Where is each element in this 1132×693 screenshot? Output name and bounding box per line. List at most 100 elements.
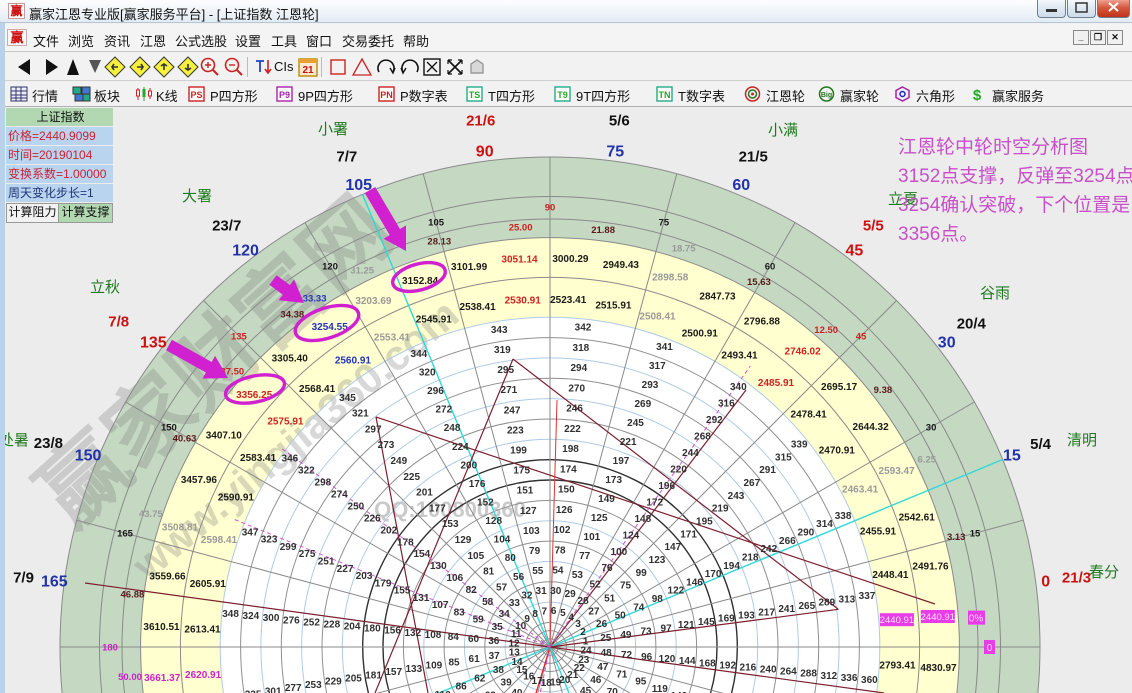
svg-text:2613.41: 2613.41: [184, 624, 221, 635]
svg-text:79: 79: [529, 546, 541, 557]
svg-text:$: $: [973, 87, 982, 102]
svg-text:2575.91: 2575.91: [267, 417, 304, 428]
svg-text:178: 178: [397, 537, 414, 548]
svg-text:241: 241: [778, 604, 795, 615]
svg-text:6.25: 6.25: [918, 455, 937, 466]
svg-text:51: 51: [604, 594, 616, 605]
svg-text:249: 249: [390, 456, 407, 467]
svg-text:7/7: 7/7: [336, 148, 357, 165]
svg-text:0%: 0%: [969, 614, 984, 625]
svg-text:31.25: 31.25: [350, 266, 374, 277]
svg-text:99: 99: [636, 568, 648, 579]
svg-text:325: 325: [245, 690, 262, 693]
svg-text:75: 75: [620, 581, 632, 592]
svg-text:3407.10: 3407.10: [206, 431, 243, 442]
svg-text:57: 57: [496, 582, 508, 593]
svg-text:104: 104: [494, 535, 511, 546]
svg-text:288: 288: [800, 669, 817, 680]
svg-text:296: 296: [427, 386, 444, 397]
svg-text:28.13: 28.13: [427, 236, 451, 247]
svg-text:78: 78: [554, 545, 566, 556]
svg-text:246: 246: [566, 404, 583, 415]
svg-text:120: 120: [232, 242, 259, 259]
svg-text:90: 90: [476, 143, 494, 160]
svg-text:23/7: 23/7: [212, 218, 241, 235]
svg-text:60: 60: [765, 261, 776, 272]
svg-text:43.75: 43.75: [139, 509, 163, 520]
svg-text:219: 219: [712, 504, 729, 515]
svg-text:40.63: 40.63: [173, 434, 197, 445]
svg-text:294: 294: [570, 363, 587, 374]
svg-text:152: 152: [477, 498, 494, 509]
svg-text:105: 105: [428, 218, 445, 229]
svg-text:229: 229: [325, 677, 342, 688]
svg-text:108: 108: [425, 630, 442, 641]
svg-text:2590.91: 2590.91: [218, 493, 255, 504]
svg-text:谷雨: 谷雨: [980, 285, 1010, 302]
svg-text:2949.43: 2949.43: [603, 260, 640, 271]
svg-text:2796.88: 2796.88: [744, 316, 781, 327]
svg-text:289: 289: [818, 598, 835, 609]
svg-text:344: 344: [411, 349, 428, 360]
svg-text:73: 73: [640, 627, 652, 638]
svg-text:132: 132: [404, 628, 421, 639]
svg-text:25.00: 25.00: [509, 223, 533, 234]
svg-text:273: 273: [378, 440, 395, 451]
svg-text:2598.41: 2598.41: [201, 535, 238, 546]
svg-text:83: 83: [454, 607, 466, 618]
svg-text:71: 71: [616, 669, 628, 680]
svg-text:319: 319: [494, 345, 511, 356]
svg-text:31: 31: [536, 586, 548, 597]
svg-text:245: 245: [627, 418, 644, 429]
svg-text:267: 267: [743, 478, 760, 489]
svg-text:3559.66: 3559.66: [149, 572, 186, 583]
svg-text:151: 151: [517, 486, 534, 497]
svg-text:276: 276: [283, 615, 300, 626]
svg-text:3508.81: 3508.81: [162, 522, 199, 533]
svg-text:2538.41: 2538.41: [460, 302, 497, 313]
svg-text:150: 150: [75, 448, 102, 465]
svg-text:120: 120: [659, 654, 676, 665]
svg-text:62: 62: [474, 673, 486, 684]
svg-text:2542.61: 2542.61: [899, 513, 936, 524]
svg-text:21: 21: [302, 65, 314, 76]
svg-text:227: 227: [337, 564, 354, 575]
svg-text:128: 128: [485, 516, 502, 527]
svg-text:3000.29: 3000.29: [552, 254, 589, 265]
svg-text:130: 130: [430, 561, 447, 572]
svg-text:157: 157: [385, 667, 402, 678]
svg-text:82: 82: [466, 585, 478, 596]
svg-text:2470.91: 2470.91: [819, 445, 856, 456]
svg-text:小满: 小满: [768, 122, 798, 139]
svg-text:2545.91: 2545.91: [416, 315, 453, 326]
svg-text:264: 264: [780, 667, 797, 678]
svg-text:清明: 清明: [1067, 432, 1097, 449]
svg-text:247: 247: [504, 405, 521, 416]
svg-text:121: 121: [678, 620, 695, 631]
svg-text:86: 86: [456, 682, 468, 693]
svg-text:203: 203: [356, 571, 373, 582]
svg-text:197: 197: [613, 456, 630, 467]
svg-text:342: 342: [575, 323, 592, 334]
svg-text:32: 32: [521, 590, 533, 601]
svg-text:15: 15: [1003, 448, 1021, 465]
svg-text:341: 341: [656, 342, 673, 353]
svg-text:119: 119: [652, 684, 669, 693]
svg-text:102: 102: [554, 525, 571, 536]
svg-text:2523.41: 2523.41: [550, 295, 587, 306]
svg-text:3457.96: 3457.96: [181, 475, 218, 486]
svg-text:124: 124: [623, 530, 640, 541]
svg-text:194: 194: [723, 561, 740, 572]
svg-text:343: 343: [491, 325, 508, 336]
svg-text:2440.91: 2440.91: [880, 615, 914, 626]
svg-text:122: 122: [668, 586, 685, 597]
svg-text:0: 0: [1041, 574, 1050, 591]
svg-text:200: 200: [460, 460, 477, 471]
svg-text:35: 35: [492, 622, 504, 633]
svg-text:150: 150: [558, 485, 575, 496]
svg-text:2583.41: 2583.41: [240, 453, 277, 464]
svg-text:174: 174: [560, 464, 577, 475]
svg-text:293: 293: [642, 380, 659, 391]
svg-text:274: 274: [331, 490, 348, 501]
svg-text:30: 30: [938, 335, 956, 352]
